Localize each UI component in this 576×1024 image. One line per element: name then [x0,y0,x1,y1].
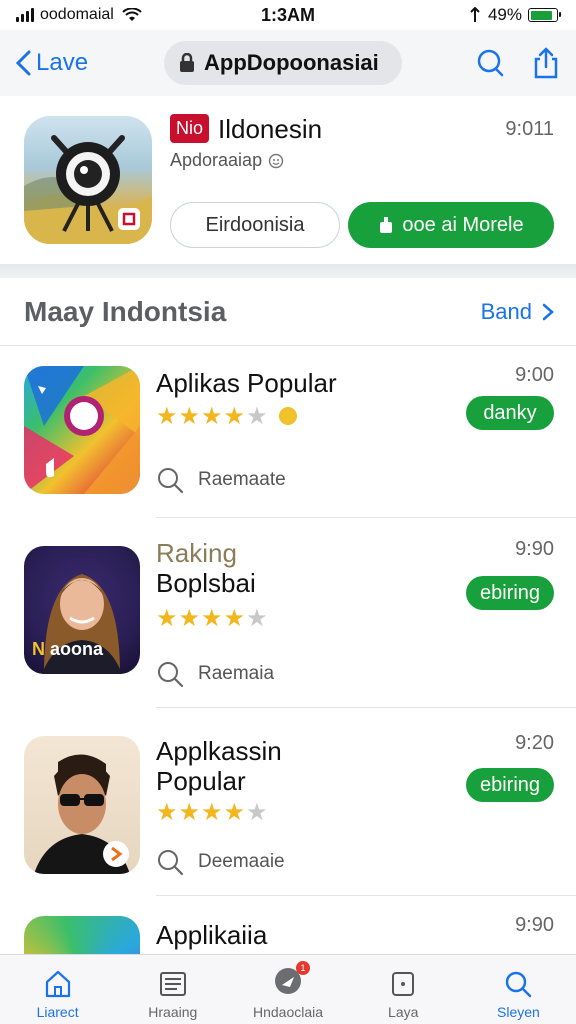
app-icon-boplsbai[interactable]: N aoona [24,546,140,674]
tab-label: Laya [388,1004,419,1020]
wifi-icon [122,8,142,21]
search-icon[interactable] [474,47,506,79]
colorful-logo-icon [24,366,140,494]
tab-search[interactable]: Sleyen [461,955,576,1024]
app-name: Boplsbai [156,568,256,598]
star-rating: ★ ★ ★ ★ ★ [156,605,268,632]
emoji-icon [268,153,284,168]
featured-app-icon[interactable] [24,116,152,244]
app-name: Applikaiia [156,920,268,950]
section-title: Maay Indontsia [24,295,227,327]
featured-time: 9:011 [505,118,554,140]
tab-today[interactable]: Liarect [0,955,115,1024]
tab-ranking[interactable]: Hraaing [115,955,230,1024]
search-hint[interactable]: Raemaate [156,466,286,494]
app-name-line2: Popular [156,766,246,796]
star-rating: ★ ★ ★ ★ ★ [156,799,268,826]
navigation-bar: Lave AppDopoonasiai [0,30,576,96]
app-time: 9:00 [515,364,554,386]
section-separator [0,264,576,278]
carrier-name: oodomaial [40,6,114,23]
list-item[interactable]: N aoona Raking Boplsbai 9:90 ★ ★ ★ ★ ★ ebiri… [0,518,576,708]
nav-title: AppDopoonasiai [204,50,379,75]
battery-icon [528,8,561,22]
location-arrow-icon [470,7,480,22]
see-all-link[interactable]: Band [481,299,554,325]
nav-title-pill[interactable]: AppDopoonasiai [164,41,402,85]
home-icon [45,970,70,998]
featured-title: Ildonesin [218,114,323,144]
app-icon-text: N aoona [32,639,104,659]
search-icon [158,662,184,688]
featured-subtitle-row: Apdoraaiap [170,150,284,171]
back-button[interactable]: Lave [14,49,88,77]
lock-icon [180,53,194,72]
get-button[interactable]: danky [466,396,554,430]
back-label: Lave [36,49,89,76]
list-item[interactable]: Aplikas Popular 9:00 ★ ★ ★ ★ ★ danky Raemaat… [0,346,576,518]
tab-label: Sleyen [497,1004,540,1020]
app-icon-applikaiia[interactable] [24,916,140,954]
app-icon-aplikas[interactable] [24,366,140,494]
app-time: 9:20 [515,732,554,754]
tab-apps[interactable]: Laya [346,955,461,1024]
chevron-left-icon [15,50,31,76]
battery-level [530,10,552,20]
featured-secondary-button[interactable]: Eirdoonisia [170,202,340,248]
featured-badge: Nio [170,114,210,143]
tab-games[interactable]: 1 Hndaoclaia [230,955,345,1024]
app-icon-brand: aoona [50,639,104,659]
battery-percent: 49% [487,5,522,24]
featured-primary-label: ooe ai Morele [402,213,524,236]
search-icon [158,850,184,876]
star-rating: ★ ★ ★ ★ ★ [156,402,299,431]
tab-bar: Liarect Hraaing 1 Hndaoclaia Laya Sleyen [0,954,576,1024]
app-time: 9:90 [515,914,554,936]
app-category: Raking [156,538,237,568]
app-time: 9:90 [515,538,554,560]
search-icon [506,971,532,998]
notification-badge: 1 [296,961,310,975]
featured-subtitle: Apdoraaiap [170,150,263,170]
see-all-label: Band [480,298,532,324]
signal-icon [16,8,34,22]
share-icon[interactable] [530,47,562,79]
tab-label: Hndaoclaia [252,1004,324,1020]
chevron-right-icon [542,303,554,320]
search-hint-label: Deemaaie [198,851,285,872]
coin-icon [278,407,297,425]
search-icon [158,468,184,494]
get-button[interactable]: ebiring [466,576,554,610]
list-item[interactable]: Applikaiia 9:90 [0,896,576,954]
app-name: Aplikas Popular [156,368,337,398]
portrait-sunglasses-icon [34,754,130,874]
list-icon [159,972,186,996]
games-icon-wrap: 1 [272,961,310,1000]
get-button[interactable]: ebiring [466,768,554,802]
search-hint-label: Raemaia [198,663,275,684]
section-header: Maay Indontsia Band [0,278,576,346]
search-hint[interactable]: Raemaia [156,660,274,688]
app-name: Applkassin [156,736,282,766]
search-hint[interactable]: Deemaaie [156,848,285,876]
featured-primary-button[interactable]: ooe ai Morele [348,202,554,248]
camera-lens-icon [24,135,152,244]
tab-label: Hraaing [148,1004,198,1020]
list-item[interactable]: Applkassin Popular 9:20 ★ ★ ★ ★ ★ ebiring De… [0,708,576,896]
square-icon [392,972,415,996]
app-icon-applkassin[interactable] [24,736,140,874]
featured-app-card: Nio Ildonesin 9:011 Apdoraaiap Eirdoonis… [0,96,576,264]
status-bar: oodomaial 1:3AM 49% [0,0,576,30]
search-hint-label: Raemaate [198,469,286,490]
tab-label: Liarect [36,1004,79,1020]
download-icon [380,217,393,233]
